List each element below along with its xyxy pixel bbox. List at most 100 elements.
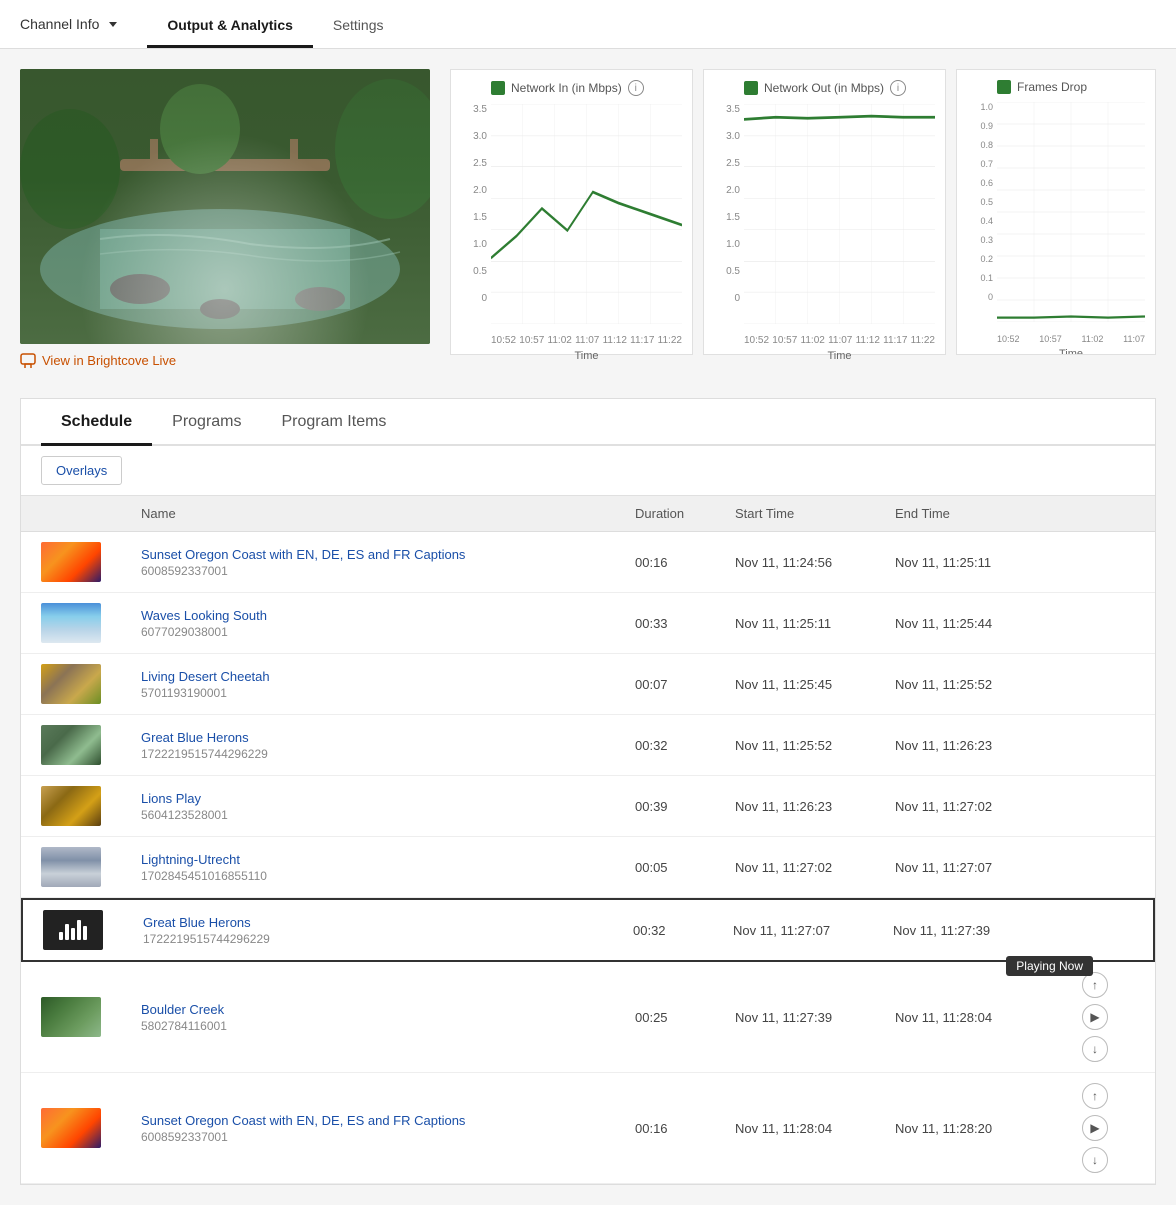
chart-frames-drop-title: Frames Drop (997, 80, 1145, 94)
channel-info[interactable]: Channel Info (20, 16, 117, 32)
nav-tabs: Output & Analytics Settings (147, 0, 403, 48)
row-end-time: Nov 11, 11:28:20 (895, 1121, 1055, 1136)
network-in-svg (491, 104, 682, 324)
overlays-button[interactable]: Overlays (41, 456, 122, 485)
item-name[interactable]: Sunset Oregon Coast with EN, DE, ES and … (141, 547, 635, 562)
network-out-legend (744, 81, 758, 95)
table-row: Great Blue Herons 1722219515744296229 00… (21, 715, 1155, 776)
chart-network-in-x-labels: 10:5210:5711:0211:0711:1211:1711:22 (491, 335, 682, 346)
row-duration: 00:25 (635, 1010, 735, 1025)
top-section: View in Brightcove Live Network In (in M… (20, 69, 1156, 368)
row-thumb-name (41, 997, 141, 1037)
table-row: Sunset Oregon Coast with EN, DE, ES and … (21, 532, 1155, 593)
chart-network-in-title: Network In (in Mbps) i (491, 80, 682, 96)
network-out-svg (744, 104, 935, 324)
row-name-info: Great Blue Herons 1722219515744296229 (141, 730, 635, 761)
tab-program-items[interactable]: Program Items (262, 399, 407, 446)
header-name: Name (141, 506, 635, 521)
row-duration: 00:39 (635, 799, 735, 814)
row-end-time: Nov 11, 11:25:52 (895, 677, 1055, 692)
row-duration: 00:32 (633, 923, 733, 938)
chart-frames-drop: Frames Drop 1.00.90.80.70.6 0.50.40.30.2… (956, 69, 1156, 355)
row-thumb-name (41, 664, 141, 704)
item-name[interactable]: Living Desert Cheetah (141, 669, 635, 684)
channel-info-label: Channel Info (20, 16, 99, 32)
row-thumb-name (43, 910, 143, 950)
row-thumb-name (41, 603, 141, 643)
table-row: Lions Play 5604123528001 00:39 Nov 11, 1… (21, 776, 1155, 837)
table-row: Living Desert Cheetah 5701193190001 00:0… (21, 654, 1155, 715)
row-end-time: Nov 11, 11:27:39 (893, 923, 1053, 938)
item-name[interactable]: Sunset Oregon Coast with EN, DE, ES and … (141, 1113, 635, 1128)
item-name[interactable]: Lions Play (141, 791, 635, 806)
channel-info-chevron[interactable] (109, 22, 117, 27)
item-name[interactable]: Boulder Creek (141, 1002, 635, 1017)
chart-network-out-title: Network Out (in Mbps) i (744, 80, 935, 96)
chart-network-out-x-labels: 10:5210:5711:0211:0711:1211:1711:22 (744, 335, 935, 346)
header-end-time: End Time (895, 506, 1055, 521)
playing-now-badge: Playing Now (1006, 956, 1093, 976)
play-button[interactable]: ▶ (1082, 1115, 1108, 1141)
tab-programs[interactable]: Programs (152, 399, 261, 446)
row-start-time: Nov 11, 11:27:02 (735, 860, 895, 875)
charts-section: Network In (in Mbps) i 3.53.02.52.0 1.51… (450, 69, 1156, 355)
item-name[interactable]: Great Blue Herons (141, 730, 635, 745)
row-duration: 00:32 (635, 738, 735, 753)
video-panel: View in Brightcove Live (20, 69, 430, 368)
row-thumb-name (41, 786, 141, 826)
table-row: Lightning-Utrecht 1702845451016855110 00… (21, 837, 1155, 898)
row-name-info: Waves Looking South 6077029038001 (141, 608, 635, 639)
row-name-info: Great Blue Herons 1722219515744296229 (143, 915, 633, 946)
row-name-info: Lightning-Utrecht 1702845451016855110 (141, 852, 635, 883)
tab-output-analytics[interactable]: Output & Analytics (147, 5, 313, 48)
row-duration: 00:05 (635, 860, 735, 875)
move-up-button[interactable]: ↑ (1082, 1083, 1108, 1109)
row-thumbnail (41, 664, 101, 704)
chart-network-in-area: 3.53.02.52.0 1.51.00.50 (491, 104, 682, 324)
top-navigation: Channel Info Output & Analytics Settings (0, 0, 1176, 49)
row-thumbnail (41, 603, 101, 643)
row-thumb-name (41, 725, 141, 765)
frames-drop-legend (997, 80, 1011, 94)
tab-schedule[interactable]: Schedule (41, 399, 152, 446)
row-thumbnail (41, 1108, 101, 1148)
row-thumbnail (43, 910, 103, 950)
item-id: 6008592337001 (141, 1130, 635, 1144)
play-button[interactable]: ▶ (1082, 1004, 1108, 1030)
chart-network-out: Network Out (in Mbps) i 3.53.02.52.0 1.5… (703, 69, 946, 355)
chart-network-in-x-title: Time (574, 350, 598, 362)
row-thumbnail (41, 847, 101, 887)
row-name-info: Sunset Oregon Coast with EN, DE, ES and … (141, 547, 635, 578)
row-end-time: Nov 11, 11:27:07 (895, 860, 1055, 875)
row-start-time: Nov 11, 11:25:52 (735, 738, 895, 753)
table-row: Waves Looking South 6077029038001 00:33 … (21, 593, 1155, 654)
video-overlay (20, 69, 430, 344)
row-end-time: Nov 11, 11:26:23 (895, 738, 1055, 753)
overlays-sub-section: Overlays (21, 446, 1155, 496)
row-end-time: Nov 11, 11:27:02 (895, 799, 1055, 814)
network-in-info-icon[interactable]: i (628, 80, 644, 96)
view-in-brightcove-link[interactable]: View in Brightcove Live (20, 352, 430, 368)
schedule-section: Schedule Programs Program Items Overlays… (20, 398, 1156, 1185)
row-end-time: Nov 11, 11:25:44 (895, 616, 1055, 631)
tab-settings[interactable]: Settings (313, 5, 404, 48)
row-end-time: Nov 11, 11:25:11 (895, 555, 1055, 570)
network-out-info-icon[interactable]: i (890, 80, 906, 96)
row-actions: ↑ ▶ ↓ (1055, 1083, 1135, 1173)
row-name-info: Living Desert Cheetah 5701193190001 (141, 669, 635, 700)
main-content: View in Brightcove Live Network In (in M… (0, 49, 1176, 1205)
row-start-time: Nov 11, 11:27:07 (733, 923, 893, 938)
chart-frames-drop-x-title: Time (1059, 348, 1083, 355)
move-down-button[interactable]: ↓ (1082, 1147, 1108, 1173)
row-start-time: Nov 11, 11:25:45 (735, 677, 895, 692)
chart-network-out-y-labels: 3.53.02.52.0 1.51.00.50 (708, 104, 740, 304)
row-thumbnail (41, 542, 101, 582)
item-id: 6008592337001 (141, 564, 635, 578)
item-name[interactable]: Great Blue Herons (143, 915, 633, 930)
item-name[interactable]: Waves Looking South (141, 608, 635, 623)
move-down-button[interactable]: ↓ (1082, 1036, 1108, 1062)
item-name[interactable]: Lightning-Utrecht (141, 852, 635, 867)
view-link-label: View in Brightcove Live (42, 353, 176, 368)
row-name-info: Sunset Oregon Coast with EN, DE, ES and … (141, 1113, 635, 1144)
row-start-time: Nov 11, 11:26:23 (735, 799, 895, 814)
